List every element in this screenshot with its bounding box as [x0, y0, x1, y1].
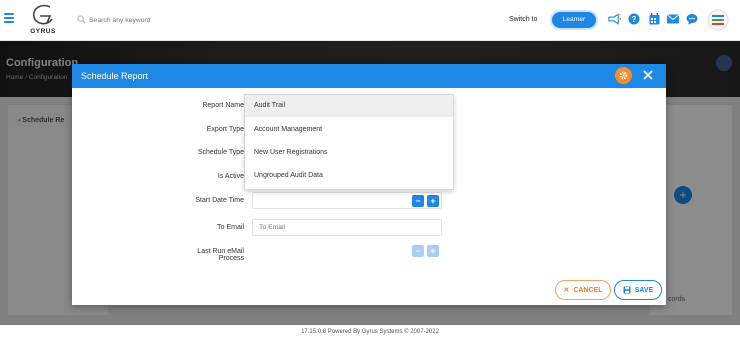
dropdown-option[interactable]: Account Management — [245, 119, 453, 141]
hamburger-menu-icon[interactable] — [4, 13, 14, 23]
export-type-label: Export Type — [206, 126, 244, 133]
report-name-dropdown[interactable]: Audit Trail Account Management New User … — [244, 94, 454, 190]
schedule-type-label: Schedule Type — [197, 149, 244, 156]
calendar-icon[interactable] — [647, 12, 661, 26]
chat-icon[interactable] — [685, 12, 699, 26]
cancel-button[interactable]: ✕ CANCEL — [555, 280, 611, 300]
date-plus-button[interactable]: + — [427, 195, 439, 207]
dropdown-option[interactable]: New User Registrations — [245, 142, 453, 164]
apps-icon[interactable] — [707, 9, 729, 31]
top-header: GYRUS Switch to Learner ? — [0, 0, 740, 41]
help-icon[interactable]: ? — [627, 12, 641, 26]
dropdown-option[interactable]: Ungrouped Audit Data — [245, 165, 453, 187]
save-icon — [623, 286, 631, 294]
last-run-minus-button[interactable]: − — [412, 245, 424, 257]
search-bar[interactable] — [77, 14, 229, 27]
search-input[interactable] — [89, 14, 229, 27]
megaphone-icon[interactable] — [607, 12, 621, 26]
modal-header: Schedule Report — [72, 64, 666, 88]
svg-text:?: ? — [632, 15, 637, 24]
save-button[interactable]: SAVE — [614, 280, 662, 300]
to-email-field[interactable] — [252, 219, 442, 236]
gyrus-logo[interactable]: GYRUS — [28, 4, 58, 37]
schedule-report-modal: Schedule Report Report Name Export Type … — [72, 64, 666, 305]
save-label: SAVE — [634, 286, 654, 294]
report-name-label: Report Name — [202, 102, 244, 109]
switch-to-label: Switch to — [509, 16, 538, 23]
is-active-label: Is Active — [217, 173, 244, 180]
learner-button[interactable]: Learner — [552, 12, 596, 28]
gear-icon[interactable] — [615, 67, 632, 84]
mail-icon[interactable] — [666, 12, 680, 26]
last-run-plus-button[interactable]: + — [427, 245, 439, 257]
modal-title: Schedule Report — [81, 71, 149, 81]
search-icon — [77, 15, 86, 24]
start-date-time-label: Start Date Time — [195, 197, 244, 204]
close-icon: ✕ — [563, 287, 570, 294]
to-email-input[interactable] — [253, 220, 441, 235]
dropdown-option[interactable]: Audit Trail — [245, 95, 453, 117]
footer: 17.15.0.8 Powered By Gyrus Systems © 200… — [0, 325, 740, 340]
to-email-label: To Email — [217, 224, 244, 231]
logo-text: GYRUS — [30, 28, 56, 35]
date-minus-button[interactable]: − — [412, 195, 424, 207]
last-run-email-label: Last Run eMail Process — [197, 248, 244, 262]
close-icon[interactable] — [641, 68, 655, 82]
cancel-label: CANCEL — [573, 286, 603, 294]
